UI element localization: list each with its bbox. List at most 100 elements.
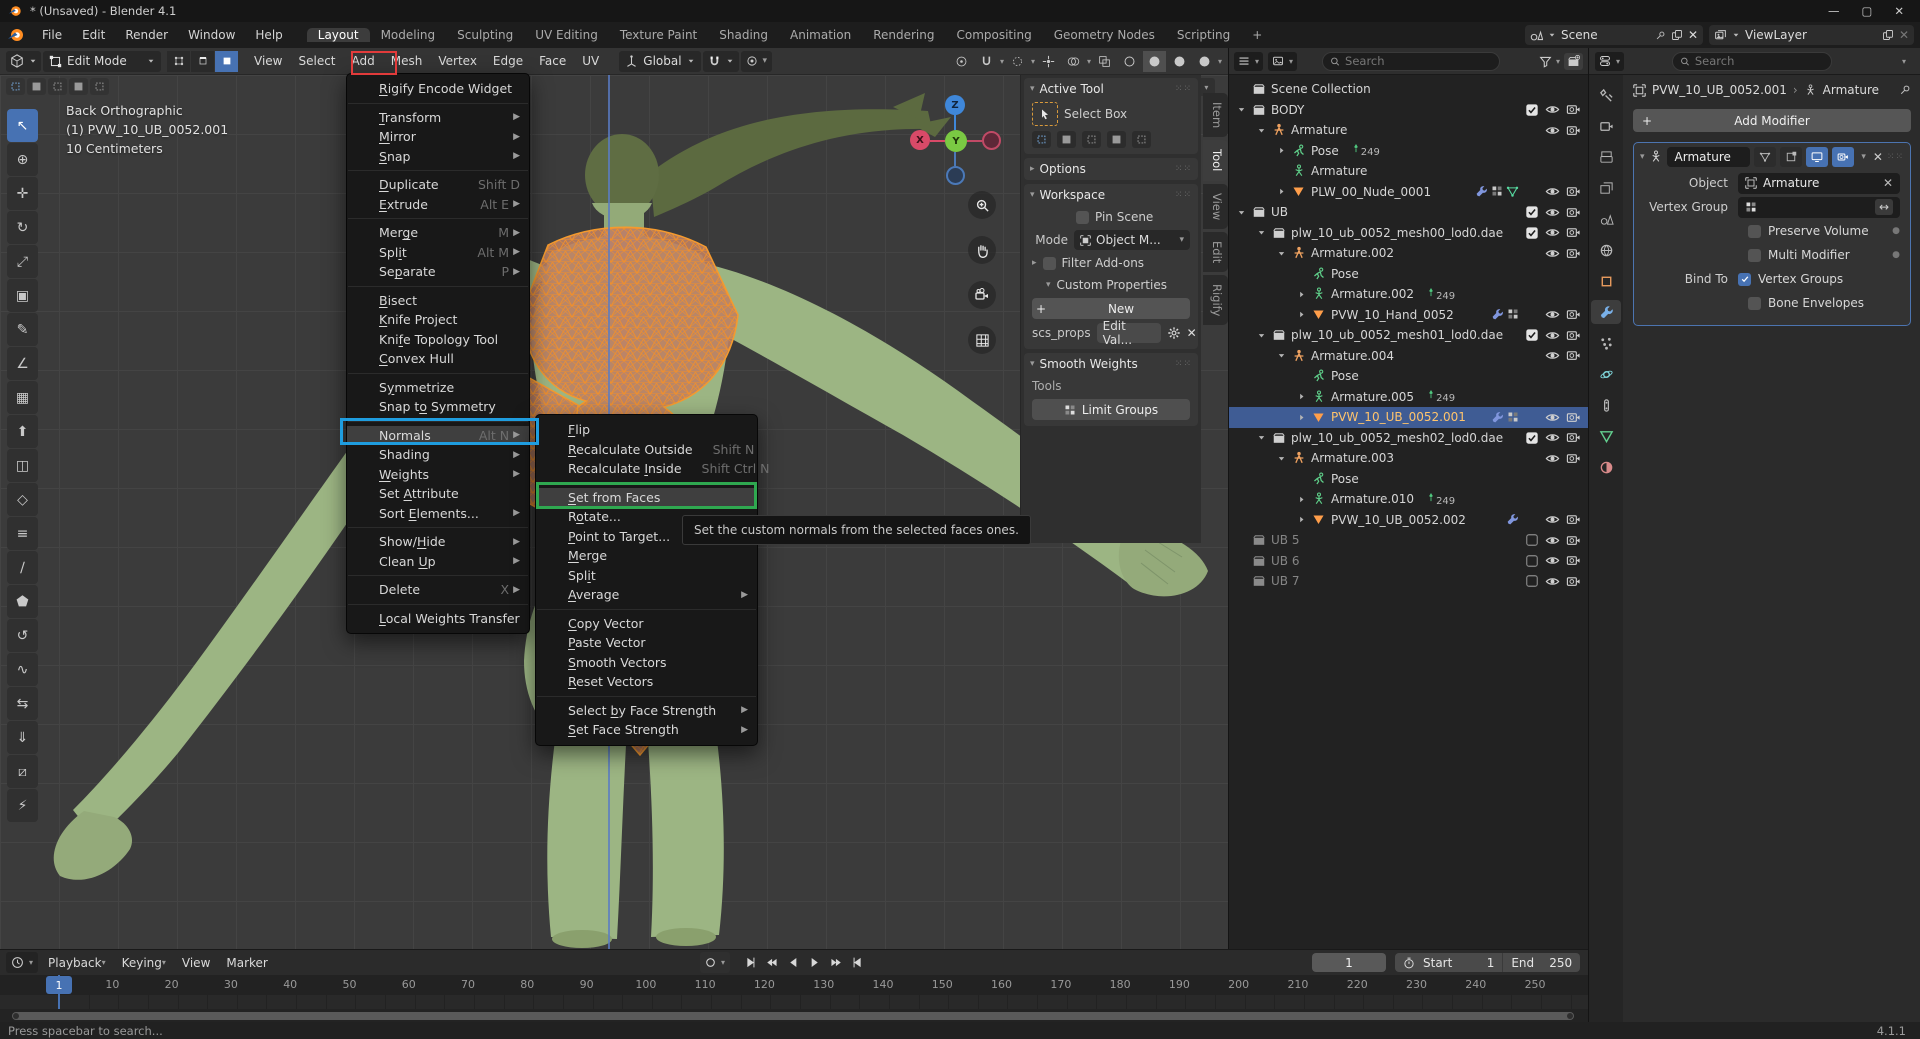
snap-magnet-icon[interactable]: [703, 51, 739, 72]
outliner-row-armature-003[interactable]: Armature.003: [1229, 448, 1588, 469]
mesh-menu-item-knife-topology-tool[interactable]: Knife Topology Tool: [347, 330, 529, 350]
mesh-menu-item-normals[interactable]: NormalsAlt N▶: [347, 426, 529, 446]
mesh-menu-item-clean-up[interactable]: Clean Up▶: [347, 552, 529, 572]
outliner-row-ub-7[interactable]: UB 7: [1229, 571, 1588, 592]
eye-icon[interactable]: [1542, 348, 1563, 363]
sidebar-tab-edit[interactable]: Edit: [1203, 232, 1228, 272]
tool-bevel[interactable]: ◇: [7, 483, 38, 516]
tool-rotate[interactable]: ↻: [7, 211, 38, 244]
expand-icon[interactable]: [1257, 331, 1270, 340]
jump-prev-keyframe-button[interactable]: [762, 953, 782, 972]
menu-window[interactable]: Window: [178, 28, 245, 42]
minimize-icon[interactable]: —: [1828, 4, 1840, 18]
normals-menu-item-smooth-vectors[interactable]: Smooth Vectors: [536, 653, 757, 673]
collapse-icon[interactable]: [1277, 146, 1290, 155]
render-toggle-icon[interactable]: [1832, 147, 1854, 167]
camera-icon[interactable]: [1563, 205, 1584, 220]
navigation-gizmo[interactable]: Z X Y: [905, 95, 1015, 215]
mesh-menu-item-set-attribute[interactable]: Set Attribute: [347, 484, 529, 504]
play-reverse-button[interactable]: [783, 953, 803, 972]
chevron-down-icon[interactable]: ▾: [1087, 57, 1091, 66]
mesh-menu-item-show-hide[interactable]: Show/Hide▶: [347, 532, 529, 552]
panel-options[interactable]: ▸ Options ⁙⁙: [1024, 158, 1198, 180]
tool-annotate[interactable]: ✎: [7, 313, 38, 346]
outliner-row-pvw-10-hand-0052[interactable]: PVW_10_Hand_0052: [1229, 305, 1588, 326]
menu-help[interactable]: Help: [245, 28, 292, 42]
shading-rendered-icon[interactable]: [1193, 51, 1216, 72]
tool-knife[interactable]: ∕: [7, 551, 38, 584]
zoom-icon[interactable]: [968, 191, 996, 219]
clear-object-icon[interactable]: ✕: [1883, 176, 1893, 190]
outliner-row-plw-10-ub-0052-mesh02-lod0-dae[interactable]: plw_10_ub_0052_mesh02_lod0.dae: [1229, 428, 1588, 449]
jump-to-end-button[interactable]: [846, 953, 866, 972]
tool-edge-slide[interactable]: ⇆: [7, 687, 38, 720]
pin-scene-checkbox[interactable]: [1076, 211, 1089, 224]
exclude-checkbox[interactable]: [1521, 574, 1542, 588]
tab-geometry-nodes[interactable]: Geometry Nodes: [1043, 28, 1166, 42]
mesh-menu-item-rigify-encode-widget[interactable]: Rigify Encode Widget: [347, 79, 529, 99]
select-intersect-icon[interactable]: [90, 78, 109, 95]
properties-editor-icon[interactable]: ▾: [1595, 52, 1624, 71]
camera-view-icon[interactable]: [968, 281, 996, 309]
normals-menu-item-recalculate-inside[interactable]: Recalculate InsideShift Ctrl N: [536, 459, 757, 479]
proportional-editing-icon[interactable]: ▾: [741, 51, 773, 72]
outliner-search-input[interactable]: [1345, 54, 1492, 68]
normals-menu-item-flip[interactable]: Flip: [536, 420, 757, 440]
select-new-icon[interactable]: [1032, 131, 1051, 148]
breadcrumb-modifier[interactable]: Armature: [1823, 83, 1879, 97]
extras-dropdown-icon[interactable]: ▾: [1858, 152, 1869, 162]
normals-menu-item-reset-vectors[interactable]: Reset Vectors: [536, 672, 757, 692]
properties-tab-material[interactable]: [1591, 455, 1621, 479]
panel-smooth-weights[interactable]: ▾ Smooth Weights ⁙⁙: [1024, 353, 1198, 375]
drag-grip-icon[interactable]: ⁙⁙: [1887, 152, 1904, 162]
tab-uv-editing[interactable]: UV Editing: [524, 28, 609, 42]
timeline-ruler[interactable]: 1020304050607080901001101201301401501601…: [0, 975, 1588, 995]
properties-tab-object-data[interactable]: [1591, 424, 1621, 448]
invert-vgroup-icon[interactable]: ↔: [1875, 199, 1893, 215]
tool-scale[interactable]: ⤢: [7, 245, 38, 278]
limit-groups-button[interactable]: Limit Groups: [1032, 399, 1190, 420]
camera-icon[interactable]: [1563, 328, 1584, 343]
select-subtract-icon[interactable]: [1082, 131, 1101, 148]
outliner-row-scene-collection[interactable]: Scene Collection: [1229, 79, 1588, 100]
outliner-row-armature[interactable]: Armature: [1229, 120, 1588, 141]
chevron-down-icon[interactable]: ▾: [1031, 57, 1035, 66]
mesh-menu-item-mirror[interactable]: Mirror▶: [347, 127, 529, 147]
jump-next-keyframe-button[interactable]: [825, 953, 845, 972]
exclude-checkbox[interactable]: [1521, 205, 1542, 219]
tool-shear[interactable]: ⧄: [7, 755, 38, 788]
outliner-row-body[interactable]: BODY: [1229, 100, 1588, 121]
viewport-menu-uv[interactable]: UV: [574, 51, 607, 72]
expand-icon[interactable]: [1237, 105, 1250, 114]
eye-icon[interactable]: [1542, 328, 1563, 343]
pivot-point-icon[interactable]: [950, 51, 973, 72]
frame-number-field[interactable]: 1: [1312, 953, 1386, 972]
properties-tab-particles[interactable]: [1591, 331, 1621, 355]
sidebar-tab-tool[interactable]: Tool: [1203, 140, 1228, 180]
close-modifier-icon[interactable]: ✕: [1873, 150, 1883, 164]
close-icon[interactable]: ✕: [1894, 4, 1904, 18]
tab-shading[interactable]: Shading: [708, 28, 779, 42]
expand-icon[interactable]: [1257, 126, 1270, 135]
object-field[interactable]: Armature ✕: [1738, 173, 1900, 194]
axis-x-handle[interactable]: X: [910, 130, 930, 150]
normals-menu-item-set-from-faces[interactable]: Set from Faces: [536, 488, 757, 508]
shading-material-icon[interactable]: [1168, 51, 1191, 72]
vgroup-icon[interactable]: [1491, 185, 1503, 198]
tab-compositing[interactable]: Compositing: [945, 28, 1042, 42]
viewport-menu-mesh[interactable]: Mesh: [383, 51, 431, 72]
exclude-checkbox[interactable]: [1521, 533, 1542, 547]
outliner-row-plw-10-ub-0052-mesh01-lod0-dae[interactable]: plw_10_ub_0052_mesh01_lod0.dae: [1229, 325, 1588, 346]
camera-icon[interactable]: [1563, 307, 1584, 322]
snap-magnet-icon[interactable]: [975, 51, 998, 72]
select-invert-icon[interactable]: [1107, 131, 1126, 148]
start-value[interactable]: 1: [1460, 956, 1494, 970]
face-select-icon[interactable]: [215, 51, 238, 72]
preserve-volume-checkbox[interactable]: [1748, 225, 1761, 238]
new-property-button[interactable]: + New: [1032, 298, 1190, 319]
mesh-menu-item-merge[interactable]: MergeM▶: [347, 223, 529, 243]
tab-texture-paint[interactable]: Texture Paint: [609, 28, 708, 42]
shading-solid-icon[interactable]: [1143, 51, 1166, 72]
normals-menu-item-split[interactable]: Split: [536, 566, 757, 586]
outliner-filter-mode[interactable]: ▾: [1268, 52, 1297, 71]
